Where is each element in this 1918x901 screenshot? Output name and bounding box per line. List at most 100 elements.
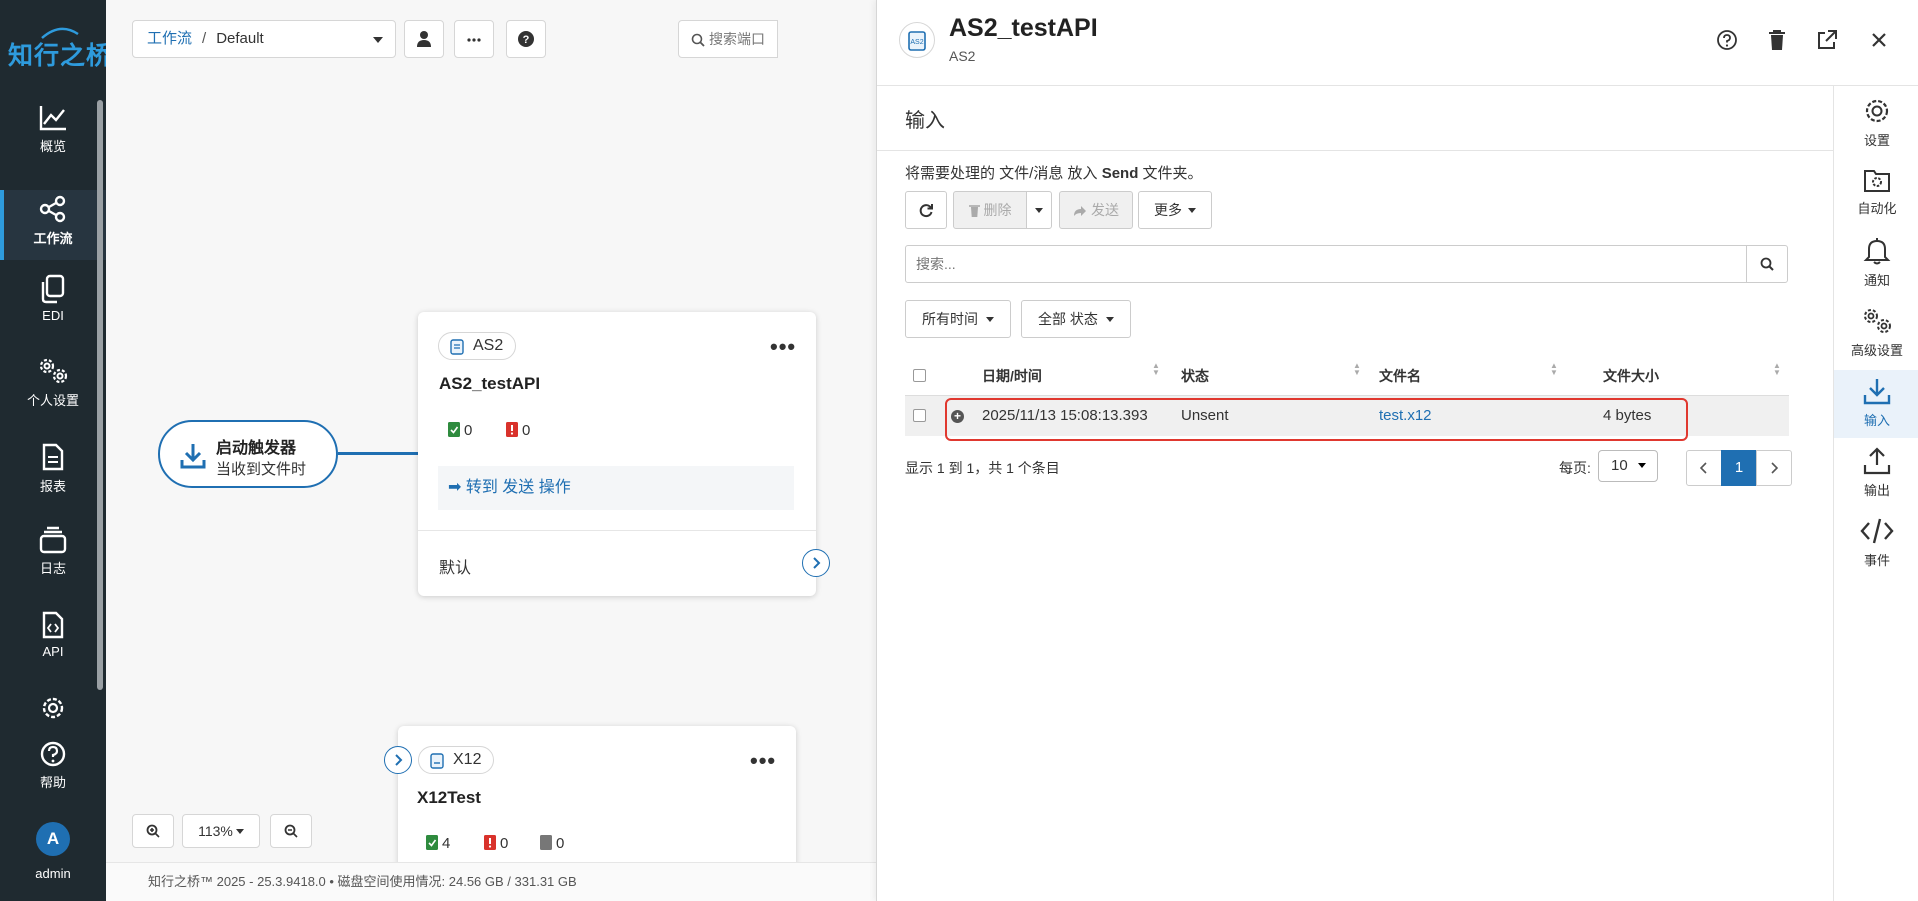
breadcrumb-current: Default bbox=[216, 30, 264, 47]
more-options-button[interactable] bbox=[454, 20, 494, 58]
nav-item-personal-settings[interactable]: 个人设置 bbox=[0, 356, 106, 426]
nav-item-label: EDI bbox=[42, 308, 64, 323]
chevron-down-icon bbox=[373, 37, 383, 43]
chevron-down-icon bbox=[235, 829, 244, 834]
tab-settings[interactable]: 设置 bbox=[1834, 90, 1918, 158]
trigger-title: 启动触发器 bbox=[216, 440, 297, 457]
desc-suffix: 文件夹。 bbox=[1142, 165, 1203, 182]
layers-icon bbox=[39, 526, 67, 554]
brand-logo[interactable]: 知行之桥 bbox=[6, 26, 111, 70]
nav-item-settings[interactable] bbox=[0, 694, 106, 734]
error-count-value: 0 bbox=[500, 835, 509, 852]
node-title: AS2_testAPI bbox=[439, 374, 541, 393]
help-button[interactable]: ? bbox=[506, 20, 546, 58]
nav-scrollbar[interactable] bbox=[97, 100, 103, 690]
chevron-down-icon bbox=[1637, 463, 1646, 468]
breadcrumb[interactable]: 工作流 / Default bbox=[132, 20, 396, 58]
nav-item-label: 帮助 bbox=[39, 775, 66, 790]
zoom-level-select[interactable]: 113% bbox=[182, 814, 260, 848]
chevron-down-icon bbox=[1105, 317, 1114, 322]
tab-automation[interactable]: 自动化 bbox=[1834, 160, 1918, 228]
section-divider bbox=[877, 150, 1833, 151]
page-button-current[interactable]: 1 bbox=[1721, 450, 1757, 486]
per-page-select[interactable]: 10 bbox=[1598, 450, 1658, 482]
panel-header: AS2 AS2_testAPI AS2 bbox=[877, 0, 1918, 86]
chevron-right-icon bbox=[813, 557, 821, 569]
user-button[interactable] bbox=[404, 20, 444, 58]
node-type-tag: X12 bbox=[418, 746, 495, 774]
zoom-out-button[interactable] bbox=[270, 814, 312, 848]
flow-connector bbox=[338, 452, 420, 455]
tab-events[interactable]: 事件 bbox=[1834, 510, 1918, 578]
nav-item-reports[interactable]: 报表 bbox=[0, 442, 106, 512]
as2-icon bbox=[450, 339, 464, 355]
chevron-down-icon bbox=[1035, 208, 1043, 213]
close-panel-button[interactable] bbox=[1865, 26, 1893, 54]
port-search-input[interactable]: 搜索端口 bbox=[678, 20, 778, 58]
column-header-datetime[interactable]: 日期/时间 bbox=[982, 366, 1042, 386]
nav-item-label: API bbox=[42, 644, 64, 659]
svg-text:?: ? bbox=[523, 34, 530, 46]
tab-output[interactable]: 输出 bbox=[1834, 440, 1918, 508]
zoom-in-button[interactable] bbox=[132, 814, 174, 848]
trigger-subtitle: 当收到文件时 bbox=[216, 461, 307, 478]
success-count-value: 4 bbox=[442, 835, 451, 852]
delete-port-button[interactable] bbox=[1763, 26, 1791, 54]
delete-button[interactable]: 删除 bbox=[953, 191, 1027, 229]
sort-icon[interactable]: ▲ ▼ bbox=[1152, 362, 1160, 377]
tab-advanced-settings[interactable]: 高级设置 bbox=[1834, 300, 1918, 368]
sort-icon[interactable]: ▲ ▼ bbox=[1550, 362, 1558, 377]
delete-label: 删除 bbox=[983, 202, 1012, 218]
port-detail-panel: AS2 AS2_testAPI AS2 输入 将需要处理的 文件/消息 放入 S… bbox=[876, 0, 1918, 901]
nav-item-overview[interactable]: 概览 bbox=[0, 104, 106, 174]
tab-input[interactable]: 输入 bbox=[1834, 370, 1918, 438]
column-header-filesize[interactable]: 文件大小 bbox=[1603, 366, 1659, 386]
column-header-status[interactable]: 状态 bbox=[1181, 366, 1209, 386]
section-title: 输入 bbox=[905, 110, 945, 132]
nav-item-help[interactable]: 帮助 bbox=[0, 740, 106, 810]
breadcrumb-root[interactable]: 工作流 bbox=[147, 30, 192, 47]
gear-icon bbox=[42, 697, 64, 719]
status-filter-dropdown[interactable]: 全部 状态 bbox=[1021, 300, 1131, 338]
nav-item-edi[interactable]: EDI bbox=[0, 274, 106, 344]
select-all-checkbox[interactable] bbox=[913, 369, 926, 382]
default-route-label: 默认 bbox=[439, 560, 472, 577]
prev-page-button[interactable] bbox=[1686, 450, 1722, 486]
time-filter-dropdown[interactable]: 所有时间 bbox=[905, 300, 1011, 338]
open-external-button[interactable] bbox=[1813, 26, 1841, 54]
send-button[interactable]: 发送 bbox=[1059, 191, 1133, 229]
success-count-value: 0 bbox=[464, 422, 473, 439]
external-link-icon bbox=[1818, 30, 1837, 49]
node-menu-button[interactable]: ••• bbox=[770, 336, 796, 358]
file-error-icon bbox=[506, 422, 518, 437]
per-page-value: 10 bbox=[1611, 457, 1628, 474]
row-checkbox[interactable] bbox=[913, 409, 926, 422]
active-indicator bbox=[0, 190, 4, 260]
sort-icon[interactable]: ▲ ▼ bbox=[1353, 362, 1361, 377]
tab-notifications[interactable]: 通知 bbox=[1834, 230, 1918, 298]
next-page-button[interactable] bbox=[1756, 450, 1792, 486]
avatar[interactable]: A bbox=[36, 822, 70, 856]
search-button[interactable] bbox=[1746, 245, 1788, 283]
help-button[interactable] bbox=[1713, 26, 1741, 54]
more-button[interactable]: 更多 bbox=[1138, 191, 1212, 229]
nav-item-label: 个人设置 bbox=[26, 393, 79, 408]
node-title: X12Test bbox=[417, 788, 481, 807]
status-footer: 知行之桥™ 2025 - 25.3.9418.0 • 磁盘空间使用情况: 24.… bbox=[106, 862, 876, 901]
column-header-filename[interactable]: 文件名 bbox=[1379, 366, 1421, 386]
nav-item-logs[interactable]: 日志 bbox=[0, 526, 106, 596]
file-search-input[interactable] bbox=[905, 245, 1747, 283]
nav-item-workflow[interactable]: 工作流 bbox=[0, 190, 106, 260]
node-menu-button[interactable]: ••• bbox=[750, 750, 776, 772]
file-icon bbox=[540, 835, 552, 850]
nav-item-api[interactable]: API bbox=[0, 610, 106, 680]
x12-input-connector[interactable] bbox=[384, 746, 412, 774]
goto-send-action-link[interactable]: ➡ 转到 发送 操作 bbox=[438, 466, 794, 510]
start-trigger-node[interactable]: 启动触发器 当收到文件时 bbox=[158, 420, 338, 488]
route-expand-button[interactable] bbox=[802, 549, 830, 577]
node-divider bbox=[418, 530, 816, 531]
delete-dropdown-button[interactable] bbox=[1026, 191, 1052, 229]
refresh-button[interactable] bbox=[905, 191, 947, 229]
sort-icon[interactable]: ▲ ▼ bbox=[1773, 362, 1781, 377]
table-header: 日期/时间 ▲ ▼ 状态 ▲ ▼ 文件名 ▲ ▼ 文件大小 ▲ ▼ bbox=[905, 356, 1789, 396]
